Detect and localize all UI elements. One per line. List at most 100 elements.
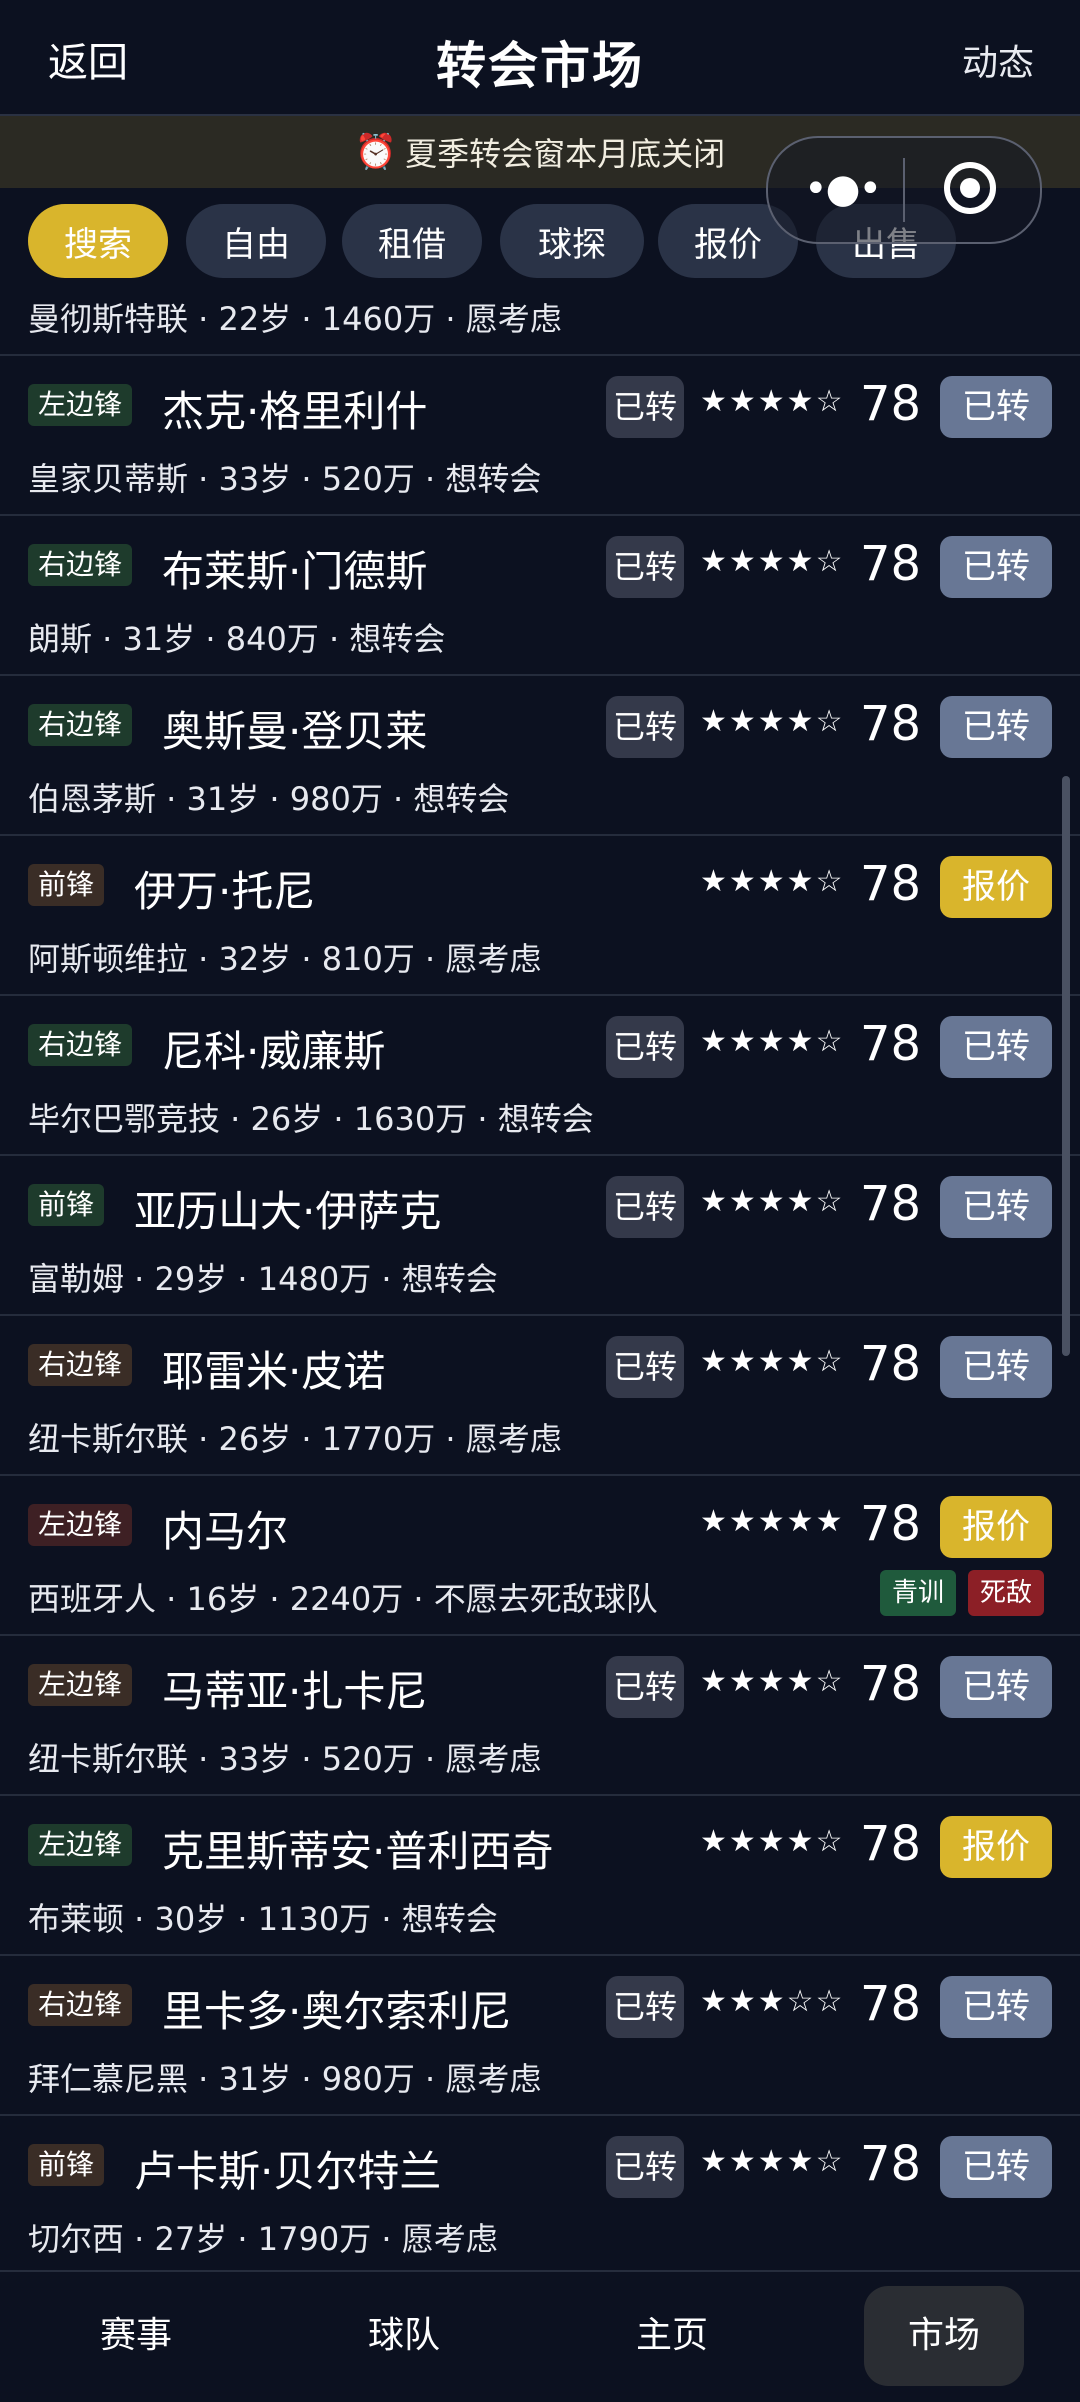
mini-program-capsule[interactable]: •●• [766,136,1042,244]
transferred-button[interactable]: 已转 [940,376,1052,438]
transferred-label: 已转 [606,1016,684,1078]
player-name[interactable]: 克里斯蒂安·普利西奇 [162,1818,553,1879]
player-info: 富勒姆 · 29岁 · 1480万 · 想转会 [28,1260,498,1298]
position-badge: 右边锋 [28,1344,133,1386]
player-name[interactable]: 马蒂亚·扎卡尼 [162,1658,427,1719]
transferred-button[interactable]: 已转 [940,1336,1052,1398]
player-row[interactable]: 前锋 伊万·托尼 ★★★★☆ 78 报价阿斯顿维拉 · 32岁 · 810万 · 愿考虑 [0,836,1080,996]
player-info: 纽卡斯尔联 · 26岁 · 1770万 · 愿考虑 [28,1420,562,1458]
filter-search[interactable]: 搜索 [28,204,168,278]
position-badge: 右边锋 [28,704,133,746]
player-info: 纽卡斯尔联 · 33岁 · 520万 · 愿考虑 [28,1740,542,1778]
player-row[interactable]: 右边锋 奥斯曼·登贝莱 已转 ★★★★☆ 78 已转 伯恩茅斯 · 31岁 · 980万 ·… [0,676,1080,836]
player-row[interactable]: 前锋 卢卡斯·贝尔特兰 已转 ★★★★☆ 78 已转切尔西 · 27岁 · 1790万 ·… [0,2116,1080,2270]
player-row[interactable]: 左边锋 马蒂亚·扎卡尼 已转 ★★★★☆ 78 已转 纽卡斯尔联 · 33岁 · 520万 … [0,1636,1080,1796]
player-row[interactable]: 左边锋 杰克·格里利什 已转 ★★★★☆ 78 已转 皇家贝蒂斯 · 33岁 · 520万 … [0,356,1080,516]
position-badge: 右边锋 [28,1984,133,2026]
player-rating: 78 [860,2136,922,2192]
more-dots-icon[interactable]: •●• [804,166,882,212]
make-offer-button[interactable]: 报价 [940,856,1052,918]
position-badge: 前锋 [28,1184,105,1226]
tab-team[interactable]: 球队 [324,2286,484,2386]
filter-free[interactable]: 自由 [186,204,326,278]
star-rating-icon: ★★★☆☆ [700,1984,845,2019]
transferred-label: 已转 [606,536,684,598]
star-rating-icon: ★★★★☆ [700,864,845,899]
player-rating: 78 [860,1816,922,1872]
filter-scout[interactable]: 球探 [500,204,644,278]
player-rating: 78 [860,856,922,912]
position-badge: 左边锋 [28,1824,133,1866]
position-badge: 左边锋 [28,1664,133,1706]
player-row[interactable]: 右边锋 布莱斯·门德斯 已转 ★★★★☆ 78 已转 朗斯 · 31岁 · 840万 · 想… [0,516,1080,676]
player-info: 切尔西 · 27岁 · 1790万 · 愿考虑 [28,2220,498,2258]
close-target-icon[interactable] [944,162,996,214]
position-badge: 右边锋 [28,1024,133,1066]
star-rating-icon: ★★★★☆ [700,1824,845,1859]
transferred-button[interactable]: 已转 [940,536,1052,598]
banner-text: 夏季转会窗本月底关闭 [405,135,726,173]
alarm-clock-icon: ⏰ [354,132,398,172]
player-rating: 78 [860,376,922,432]
player-tag: 死敌 [968,1570,1045,1616]
scrollbar[interactable] [1062,776,1070,1356]
transferred-button[interactable]: 已转 [940,1176,1052,1238]
star-rating-icon: ★★★★☆ [700,1184,845,1219]
player-name[interactable]: 卢卡斯·贝尔特兰 [134,2138,441,2199]
player-name[interactable]: 亚历山大·伊萨克 [134,1178,441,1239]
capsule-divider [903,158,905,222]
star-rating-icon: ★★★★☆ [700,704,845,739]
player-row[interactable]: 前锋巴拉马弗·西雷已转★★★★☆78已转曼彻斯特联 · 22岁 · 1460万 … [0,296,1080,356]
filter-loan[interactable]: 租借 [342,204,482,278]
position-badge: 左边锋 [28,384,133,426]
star-rating-icon: ★★★★☆ [700,544,845,579]
transferred-button[interactable]: 已转 [940,696,1052,758]
position-badge: 左边锋 [28,1504,133,1546]
transferred-button[interactable]: 已转 [940,1656,1052,1718]
position-badge: 前锋 [28,864,105,906]
player-name[interactable]: 布莱斯·门德斯 [162,538,427,599]
star-rating-icon: ★★★★☆ [700,1024,845,1059]
transferred-label: 已转 [606,2136,684,2198]
player-row[interactable]: 右边锋 耶雷米·皮诺 已转 ★★★★☆ 78 已转 纽卡斯尔联 · 26岁 · 1770万 … [0,1316,1080,1476]
player-info: 皇家贝蒂斯 · 33岁 · 520万 · 想转会 [28,460,542,498]
player-row[interactable]: 前锋 亚历山大·伊萨克 已转 ★★★★☆ 78 已转 富勒姆 · 29岁 · 1480万 ·… [0,1156,1080,1316]
player-name[interactable]: 里卡多·奥尔索利尼 [162,1978,511,2039]
star-rating-icon: ★★★★★ [700,1504,845,1539]
make-offer-button[interactable]: 报价 [940,1816,1052,1878]
transferred-label: 已转 [606,1656,684,1718]
tab-matches[interactable]: 赛事 [56,2286,216,2386]
player-rating: 78 [860,1016,922,1072]
player-row[interactable]: 右边锋 尼科·威廉斯 已转 ★★★★☆ 78 已转 毕尔巴鄂竞技 · 26岁 · 1630万… [0,996,1080,1156]
transferred-label: 已转 [606,696,684,758]
player-name[interactable]: 内马尔 [162,1498,288,1559]
player-name[interactable]: 奥斯曼·登贝莱 [162,698,427,759]
player-row[interactable]: 左边锋 内马尔 ★★★★★ 78 报价 西班牙人 · 16岁 · 2240万 · 不愿去死… [0,1476,1080,1636]
transferred-label: 已转 [606,1336,684,1398]
player-name[interactable]: 耶雷米·皮诺 [162,1338,385,1399]
player-row[interactable]: 右边锋 里卡多·奥尔索利尼 已转 ★★★☆☆ 78 已转 拜仁慕尼黑 · 31岁 · 980… [0,1956,1080,2116]
star-rating-icon: ★★★★☆ [700,1344,845,1379]
star-rating-icon: ★★★★☆ [700,384,845,419]
player-rating: 78 [860,1976,922,2032]
top-bar: 返回 转会市场 动态 [0,0,1080,116]
make-offer-button[interactable]: 报价 [940,1496,1052,1558]
player-name[interactable]: 伊万·托尼 [134,858,315,919]
news-button[interactable]: 动态 [962,34,1034,86]
transferred-button[interactable]: 已转 [940,1976,1052,2038]
tab-market[interactable]: 市场 [864,2286,1024,2386]
position-badge: 前锋 [28,2144,105,2186]
player-name[interactable]: 尼科·威廉斯 [162,1018,385,1079]
player-info: 拜仁慕尼黑 · 31岁 · 980万 · 愿考虑 [28,2060,542,2098]
player-info: 阿斯顿维拉 · 32岁 · 810万 · 愿考虑 [28,940,542,978]
transferred-button[interactable]: 已转 [940,1016,1052,1078]
position-badge: 右边锋 [28,544,133,586]
transferred-button[interactable]: 已转 [940,2136,1052,2198]
player-info: 毕尔巴鄂竞技 · 26岁 · 1630万 · 想转会 [28,1100,594,1138]
player-row[interactable]: 左边锋 克里斯蒂安·普利西奇 ★★★★☆ 78 报价 布莱顿 · 30岁 · 1130万 … [0,1796,1080,1956]
transferred-label: 已转 [606,1176,684,1238]
player-info: 伯恩茅斯 · 31岁 · 980万 · 想转会 [28,780,510,818]
star-rating-icon: ★★★★☆ [700,2144,845,2179]
tab-home[interactable]: 主页 [592,2286,752,2386]
player-name[interactable]: 杰克·格里利什 [162,378,427,439]
